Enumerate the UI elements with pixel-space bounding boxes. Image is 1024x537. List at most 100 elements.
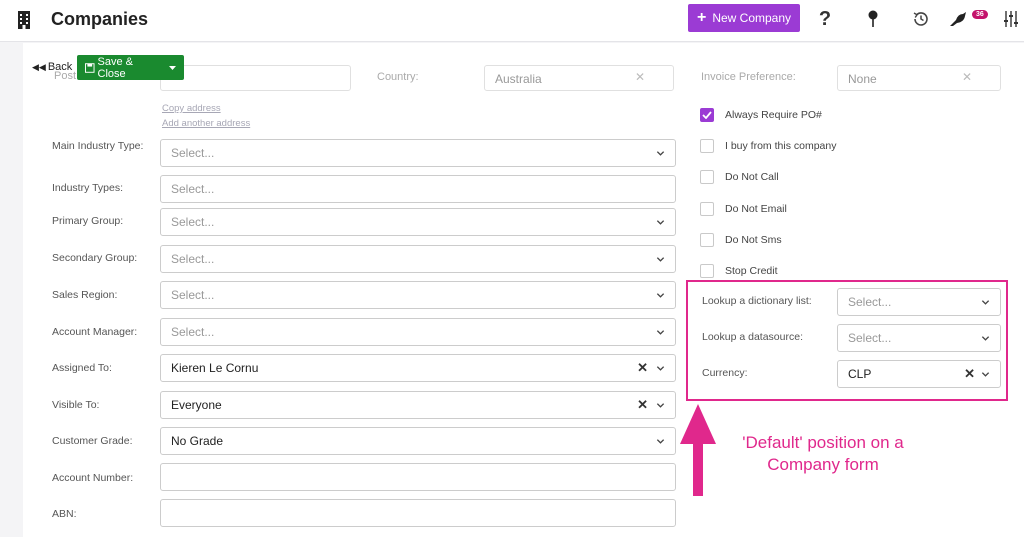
checkbox[interactable] (700, 264, 714, 278)
clear-icon[interactable]: ✕ (964, 366, 975, 382)
select-dropdown[interactable]: Select... (160, 318, 676, 346)
save-icon (85, 62, 95, 73)
invoice-preference-value: None (848, 72, 877, 86)
postcode-field[interactable] (160, 65, 351, 91)
placeholder-text: Select... (171, 215, 215, 229)
save-close-label: Save & Close (97, 55, 133, 80)
checkbox-label: Do Not Email (725, 203, 787, 215)
field-label: Account Manager: (52, 326, 138, 338)
double-chevron-left-icon: ◀◀ (32, 61, 46, 72)
country-select[interactable]: Australia ✕ (484, 65, 674, 91)
chevron-down-icon (656, 401, 665, 410)
up-arrow-annotation (680, 404, 716, 496)
select-dropdown[interactable]: Select... (837, 324, 1001, 352)
select-dropdown[interactable]: Select... (160, 245, 676, 273)
notification-badge: 36 (972, 10, 988, 19)
checkbox[interactable] (700, 233, 714, 247)
chevron-down-icon (656, 149, 665, 158)
checkbox-row[interactable]: Do Not Sms (700, 233, 782, 247)
back-link[interactable]: ◀◀ Back (32, 61, 72, 73)
field-value: Everyone (171, 398, 222, 412)
chevron-down-icon (981, 334, 990, 343)
checkbox-row[interactable]: Always Require PO# (700, 108, 822, 122)
chevron-down-icon (656, 291, 665, 300)
checkbox-label: Always Require PO# (725, 109, 822, 121)
checkbox[interactable] (700, 108, 714, 122)
select-dropdown[interactable]: Select... (160, 139, 676, 167)
chevron-down-icon (981, 370, 990, 379)
country-label: Country: (377, 71, 419, 83)
help-icon[interactable]: ? (814, 8, 836, 30)
field-label: Primary Group: (52, 215, 124, 227)
placeholder-text: Select... (171, 146, 215, 160)
chevron-down-icon (656, 328, 665, 337)
field-label: Lookup a datasource: (702, 331, 803, 343)
save-close-button[interactable]: Save & Close (77, 55, 184, 80)
chevron-down-icon (981, 298, 990, 307)
select-dropdown[interactable]: No Grade (160, 427, 676, 455)
bird-notification-icon[interactable] (948, 8, 970, 30)
checkbox[interactable] (700, 202, 714, 216)
select-dropdown[interactable]: Kieren Le Cornu ✕ (160, 354, 676, 382)
text-input[interactable] (160, 463, 676, 491)
field-label: ABN: (52, 508, 77, 520)
field-label: Account Number: (52, 472, 134, 484)
placeholder-text: Select... (171, 288, 215, 302)
save-options-caret-icon[interactable] (161, 65, 184, 70)
checkbox-row[interactable]: Do Not Email (700, 202, 787, 216)
checkbox[interactable] (700, 170, 714, 184)
checkbox[interactable] (700, 139, 714, 153)
clear-icon[interactable]: ✕ (635, 70, 645, 84)
field-label: Assigned To: (52, 362, 112, 374)
field-value: CLP (848, 367, 872, 381)
invoice-preference-label: Invoice Preference: (701, 71, 796, 83)
checkbox-label: I buy from this company (725, 140, 837, 152)
clear-icon[interactable]: ✕ (962, 70, 972, 84)
back-label: Back (47, 61, 73, 73)
building-icon (18, 11, 30, 29)
placeholder-text: Select... (848, 331, 892, 345)
field-label: Secondary Group: (52, 252, 138, 264)
select-dropdown[interactable]: Select... (160, 208, 676, 236)
check-icon (702, 111, 712, 119)
field-label: Customer Grade: (52, 435, 133, 447)
checkbox-label: Do Not Call (725, 171, 779, 183)
annotation-line-1: 'Default' position on a (742, 433, 904, 452)
checkbox-row[interactable]: Do Not Call (700, 170, 779, 184)
field-value: Kieren Le Cornu (171, 361, 259, 375)
checkbox-row[interactable]: Stop Credit (700, 264, 778, 278)
field-label: Visible To: (52, 399, 100, 411)
select-dropdown[interactable]: Select... (837, 288, 1001, 316)
annotation-text: 'Default' position on a Company form (728, 432, 918, 476)
page-title: Companies (51, 9, 149, 29)
checkbox-label: Do Not Sms (725, 234, 782, 246)
checkbox-row[interactable]: I buy from this company (700, 139, 836, 153)
chevron-down-icon (656, 218, 665, 227)
top-bar: Companies + New Company ? 36 (0, 0, 1024, 42)
field-label: Currency: (702, 367, 748, 379)
clear-icon[interactable]: ✕ (637, 397, 648, 413)
chevron-down-icon (656, 437, 665, 446)
invoice-preference-select[interactable]: None ✕ (837, 65, 1001, 91)
select-dropdown[interactable]: CLP ✕ (837, 360, 1001, 388)
settings-sliders-icon[interactable] (1000, 8, 1022, 30)
checkbox-label: Stop Credit (725, 265, 778, 277)
pin-icon[interactable] (862, 8, 884, 30)
field-label: Main Industry Type: (52, 140, 144, 152)
new-company-button[interactable]: + New Company (688, 4, 800, 32)
copy-address-link[interactable]: Copy address (162, 103, 221, 114)
country-value: Australia (495, 72, 542, 86)
chevron-down-icon (656, 364, 665, 373)
text-input[interactable] (160, 499, 676, 527)
new-company-label: New Company (712, 11, 792, 25)
select-dropdown[interactable]: Everyone ✕ (160, 391, 676, 419)
select-dropdown[interactable]: Select... (160, 281, 676, 309)
text-input[interactable]: Select... (160, 175, 676, 203)
placeholder-text: Select... (171, 182, 215, 196)
clear-icon[interactable]: ✕ (637, 360, 648, 376)
field-label: Sales Region: (52, 289, 118, 301)
field-label: Lookup a dictionary list: (702, 295, 812, 307)
field-label: Industry Types: (52, 182, 124, 194)
history-icon[interactable] (910, 8, 932, 30)
add-address-link[interactable]: Add another address (162, 118, 250, 129)
